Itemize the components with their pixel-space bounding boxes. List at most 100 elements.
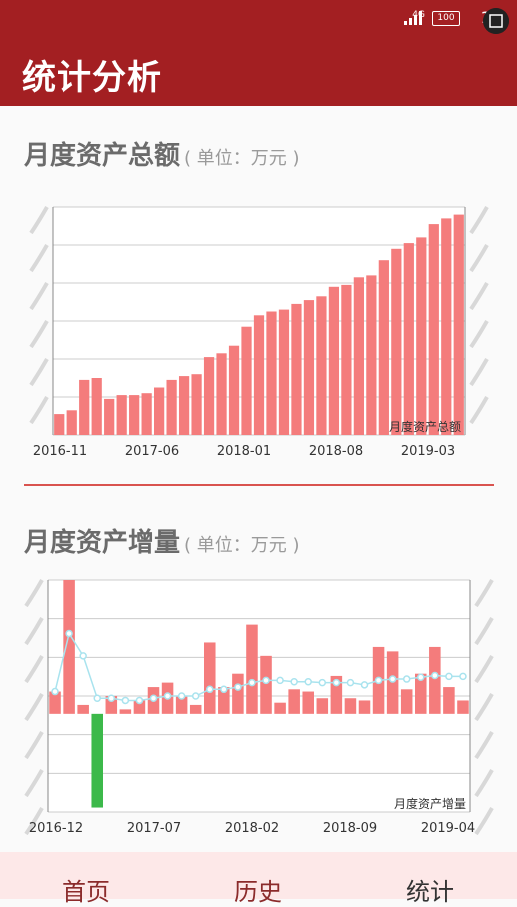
chart-bar: [228, 345, 240, 435]
chart-point: [220, 685, 228, 694]
chart-bar: [189, 704, 202, 714]
chart-bar: [141, 393, 152, 435]
chart-bar: [453, 214, 464, 435]
total-asset-chart[interactable]: 月度资产总额 2016-11 2017-06 2018-01 2018-08 2019-0…: [0, 185, 517, 465]
chart-edge-decoration: [24, 617, 44, 646]
chart-point: [332, 678, 341, 687]
chart-point: [431, 671, 439, 680]
chart-edge-decoration: [474, 731, 494, 760]
tab-stats[interactable]: 统计: [406, 872, 454, 907]
chart-bar: [316, 296, 327, 435]
chart-edge-decoration: [474, 693, 494, 722]
chart-edge-decoration: [24, 731, 44, 760]
chart-bar: [66, 410, 77, 435]
x-tick-label: 2017-06: [125, 444, 179, 459]
chart-bar: [366, 275, 377, 435]
chart-edge-decoration: [24, 655, 44, 684]
chart-bar: [358, 700, 371, 714]
battery-icon: 100: [432, 11, 460, 26]
section-title-increment: 月度资产增量( 单位：万元 ): [24, 528, 300, 558]
chart-bar: [266, 311, 277, 435]
x-tick-label: 2019-03: [401, 444, 455, 459]
chart-point: [304, 677, 312, 686]
chart-bar: [441, 218, 452, 435]
chart-point: [234, 683, 242, 691]
chart-edge-decoration: [474, 617, 494, 646]
chart-point: [135, 696, 144, 705]
chart-point: [388, 675, 397, 683]
page-title: 统计分析: [22, 58, 162, 98]
chart-bar: [391, 248, 402, 435]
chart-bar: [316, 698, 329, 714]
chart-bar: [443, 687, 455, 714]
chart-point: [206, 685, 214, 694]
chart-bar: [241, 326, 252, 435]
chart-point: [51, 687, 59, 696]
chart-bar: [104, 398, 115, 435]
screenshot-icon[interactable]: [483, 8, 509, 34]
chart-edge-decoration: [469, 206, 489, 235]
x-tick-label: 2019-04: [421, 821, 475, 836]
chart-legend: 月度资产总额: [389, 419, 461, 434]
chart-bar: [203, 357, 215, 435]
chart-edge-decoration: [29, 282, 49, 311]
chart-bar: [246, 624, 258, 714]
chart-bar: [91, 378, 102, 435]
tab-home[interactable]: 首页: [62, 872, 110, 907]
chart-edge-decoration: [474, 655, 494, 684]
chart-bar: [400, 689, 413, 714]
chart-point: [65, 629, 73, 638]
chart-bar: [328, 286, 340, 435]
chart-point: [149, 694, 158, 702]
chart-bar: [303, 300, 315, 435]
chart-edge-decoration: [29, 396, 49, 425]
x-tick-label: 2018-08: [309, 444, 363, 459]
chart-edge-decoration: [29, 320, 49, 349]
status-bar: 4G 100 16: [0, 0, 517, 36]
chart-point: [248, 678, 256, 687]
chart-edge-decoration: [469, 396, 489, 425]
chart-edge-decoration: [469, 244, 489, 273]
chart-edge-decoration: [24, 769, 44, 798]
bottom-navigation: 首页 历史 统计: [0, 852, 517, 906]
chart-point: [318, 678, 327, 687]
chart-edge-decoration: [24, 693, 44, 722]
chart-point: [459, 672, 467, 681]
app-bar: 统计分析: [0, 36, 517, 106]
increment-asset-chart[interactable]: 月度资产增量 2016-12 2017-07 2018-02 2018-09 2019-0…: [0, 570, 517, 845]
chart-bar: [302, 691, 315, 714]
chart-bar: [403, 243, 414, 435]
chart-bar: [291, 303, 302, 435]
x-tick-label: 2018-09: [323, 821, 377, 836]
chart-bar: [416, 237, 427, 435]
chart-bar: [203, 642, 216, 714]
signal-icon: [404, 11, 422, 25]
x-tick-label: 2016-12: [29, 821, 83, 836]
chart-legend: 月度资产增量: [394, 796, 466, 811]
chart-bar: [79, 379, 90, 435]
chart-bar: [54, 414, 65, 435]
chart-bar: [216, 353, 227, 435]
chart-edge-decoration: [29, 358, 49, 387]
chart-point: [417, 673, 425, 682]
chart-bar: [154, 387, 165, 435]
chart-point: [79, 652, 87, 660]
chart-point: [262, 676, 270, 685]
chart-edge-decoration: [474, 769, 494, 798]
chart-bar: [428, 224, 439, 435]
chart-bar: [166, 379, 177, 435]
chart-point: [346, 678, 355, 687]
x-tick-label: 2018-02: [225, 821, 279, 836]
divider: [24, 484, 494, 486]
tab-history[interactable]: 历史: [234, 872, 282, 907]
chart-point: [445, 672, 453, 681]
chart-bar: [253, 315, 265, 435]
chart-point: [163, 692, 172, 700]
chart-point: [177, 692, 186, 700]
chart-bar: [344, 698, 357, 714]
chart-bar: [119, 709, 132, 714]
chart-edge-decoration: [469, 282, 489, 311]
chart-bar: [278, 309, 290, 435]
chart-bar: [191, 374, 202, 435]
chart-bar: [129, 395, 140, 435]
